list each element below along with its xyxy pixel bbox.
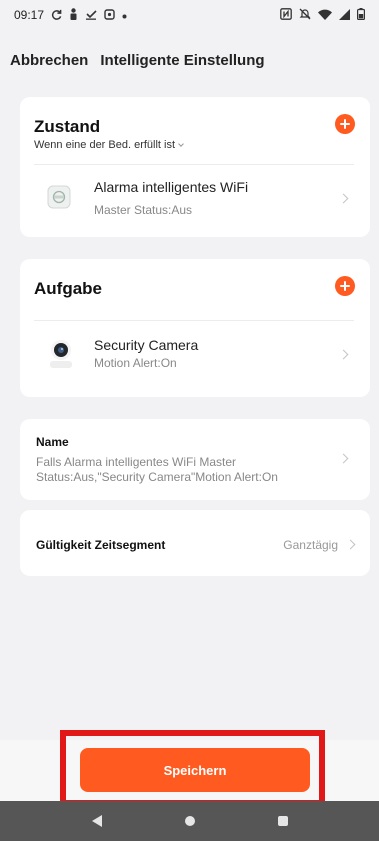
add-condition-icon[interactable] [335, 114, 355, 134]
alarm-hub-icon [47, 185, 71, 214]
status-time: 09:17 [14, 8, 45, 22]
condition-device-status: Master Status:Aus [94, 203, 193, 217]
nfc-icon [280, 8, 292, 22]
cancel-button[interactable]: Abbrechen [10, 52, 88, 69]
task-device-row[interactable]: Security Camera Motion Alert:On [20, 321, 370, 391]
add-task-icon[interactable] [335, 276, 355, 296]
home-icon[interactable] [184, 816, 195, 826]
task-device-status: Motion Alert:On [94, 356, 177, 370]
status-bar: 09:17 [0, 0, 379, 30]
download-check-icon [85, 8, 97, 22]
condition-heading: Zustand [34, 117, 101, 136]
chevron-right-icon [338, 453, 349, 464]
condition-device-row[interactable]: Alarma intelligentes WiFi Master Status:… [20, 165, 370, 231]
header: Abbrechen Intelligente Einstellung [0, 30, 379, 90]
dot-icon [122, 9, 127, 21]
condition-mode-selector[interactable]: Wenn eine der Bed. erfüllt ist [34, 139, 184, 151]
wifi-icon [318, 9, 332, 22]
condition-device-name: Alarma intelligentes WiFi [94, 179, 249, 195]
sync-icon [51, 9, 62, 22]
name-value-line-2: Status:Aus,"Security Camera"Motion Alert… [36, 470, 278, 484]
task-heading: Aufgabe [34, 279, 102, 298]
name-label: Name [36, 435, 69, 449]
name-card[interactable]: Name Falls Alarma intelligentes WiFi Mas… [20, 419, 370, 500]
signal-icon [339, 8, 350, 22]
validity-label: Gültigkeit Zeitsegment [36, 538, 166, 552]
recent-apps-icon[interactable] [277, 816, 288, 826]
chevron-right-icon [338, 349, 349, 360]
system-nav-bar [0, 801, 379, 841]
highlight-box [60, 730, 325, 806]
task-device-name: Security Camera [94, 337, 199, 353]
chevron-right-icon [338, 193, 349, 204]
condition-mode-label: Wenn eine der Bed. erfüllt ist [34, 139, 176, 151]
person-icon [69, 8, 78, 22]
battery-icon [357, 8, 366, 22]
chevron-right-icon [345, 539, 356, 550]
page-title: Intelligente Einstellung [100, 51, 265, 69]
condition-card: Zustand Wenn eine der Bed. erfüllt ist A… [20, 97, 370, 237]
back-icon[interactable] [91, 815, 102, 827]
chevron-down-icon [178, 140, 184, 147]
name-value-line-1: Falls Alarma intelligentes WiFi Master [36, 455, 237, 469]
notification-icon [104, 8, 115, 22]
validity-card[interactable]: Gültigkeit Zeitsegment Ganztägig [20, 510, 370, 576]
security-camera-icon [49, 339, 73, 374]
mute-icon [299, 8, 311, 22]
validity-value: Ganztägig [283, 538, 338, 552]
task-card: Aufgabe Security Camera Motion Alert:On [20, 259, 370, 397]
